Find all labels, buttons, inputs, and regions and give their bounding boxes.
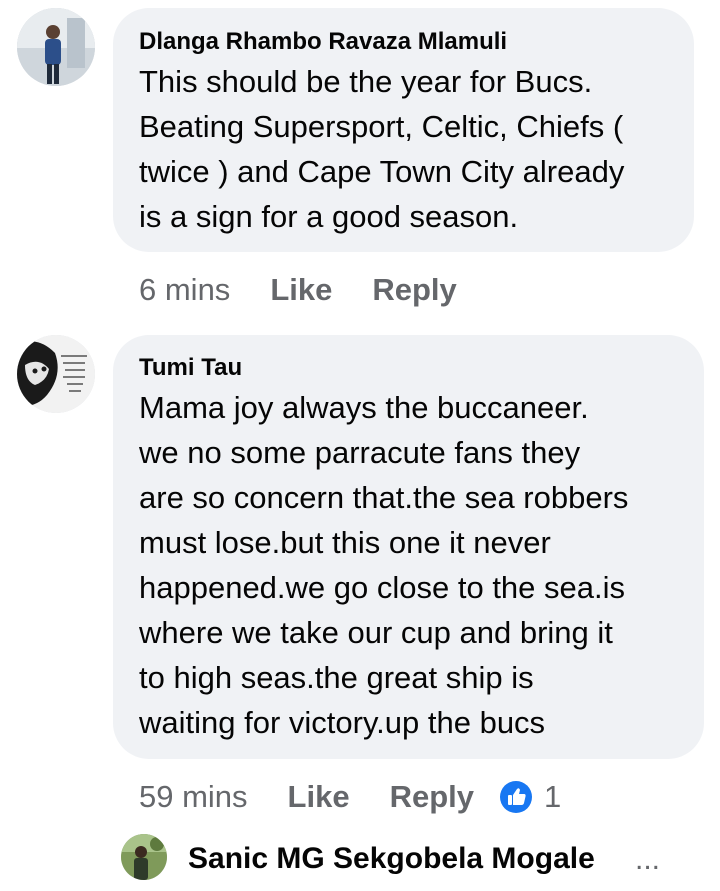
- comment-line: are so concern that.the sea robbers: [139, 480, 629, 515]
- reply-button[interactable]: Reply: [390, 777, 474, 817]
- comment-line: waiting for victory.up the bucs: [139, 705, 546, 740]
- more-options-icon[interactable]: ...: [635, 842, 660, 878]
- comment-line: to high seas.the great ship is: [139, 660, 534, 695]
- like-button[interactable]: Like: [288, 777, 350, 817]
- comment-author[interactable]: Dlanga Rhambo Ravaza Mlamuli: [139, 27, 668, 57]
- comment-actions: 6 mins Like Reply: [139, 270, 457, 310]
- comment-author[interactable]: Tumi Tau: [139, 353, 678, 383]
- profile-photo-icon: [121, 834, 167, 880]
- comment-author[interactable]: Sanic MG Sekgobela Mogale: [188, 841, 595, 877]
- comment-line: Beating Supersport, Celtic, Chiefs (: [139, 109, 624, 144]
- comment-line: This should be the year for Bucs.: [139, 64, 593, 99]
- comment-line: happened.we go close to the sea.is: [139, 570, 626, 605]
- like-button[interactable]: Like: [270, 270, 332, 310]
- comment-bubble: Dlanga Rhambo Ravaza Mlamuli This should…: [113, 8, 694, 252]
- comment-line: is a sign for a good season.: [139, 199, 519, 234]
- comment-timestamp[interactable]: 59 mins: [139, 777, 248, 817]
- comment-actions: 59 mins Like Reply 1: [139, 777, 561, 817]
- comment-text: This should be the year for Bucs. Beatin…: [139, 59, 668, 239]
- profile-photo-icon: [17, 8, 95, 86]
- profile-photo-icon: [17, 335, 95, 413]
- reaction-count: 1: [544, 779, 562, 814]
- avatar[interactable]: [121, 834, 167, 880]
- comment-bubble: Tumi Tau Mama joy always the buccaneer. …: [113, 335, 704, 759]
- comment-text: Mama joy always the buccaneer. we no som…: [139, 385, 678, 745]
- comment-line: twice ) and Cape Town City already: [139, 154, 625, 189]
- comment-line: must lose.but this one it never: [139, 525, 551, 560]
- avatar[interactable]: [17, 8, 95, 86]
- avatar[interactable]: [17, 335, 95, 413]
- comment-line: Mama joy always the buccaneer.: [139, 390, 589, 425]
- reaction-summary[interactable]: 1: [500, 777, 561, 817]
- comment-line: we no some parracute fans they: [139, 435, 581, 470]
- comment-timestamp[interactable]: 6 mins: [139, 270, 230, 310]
- like-reaction-icon: [500, 781, 532, 813]
- reply-button[interactable]: Reply: [372, 270, 456, 310]
- comment-line: where we take our cup and bring it: [139, 615, 613, 650]
